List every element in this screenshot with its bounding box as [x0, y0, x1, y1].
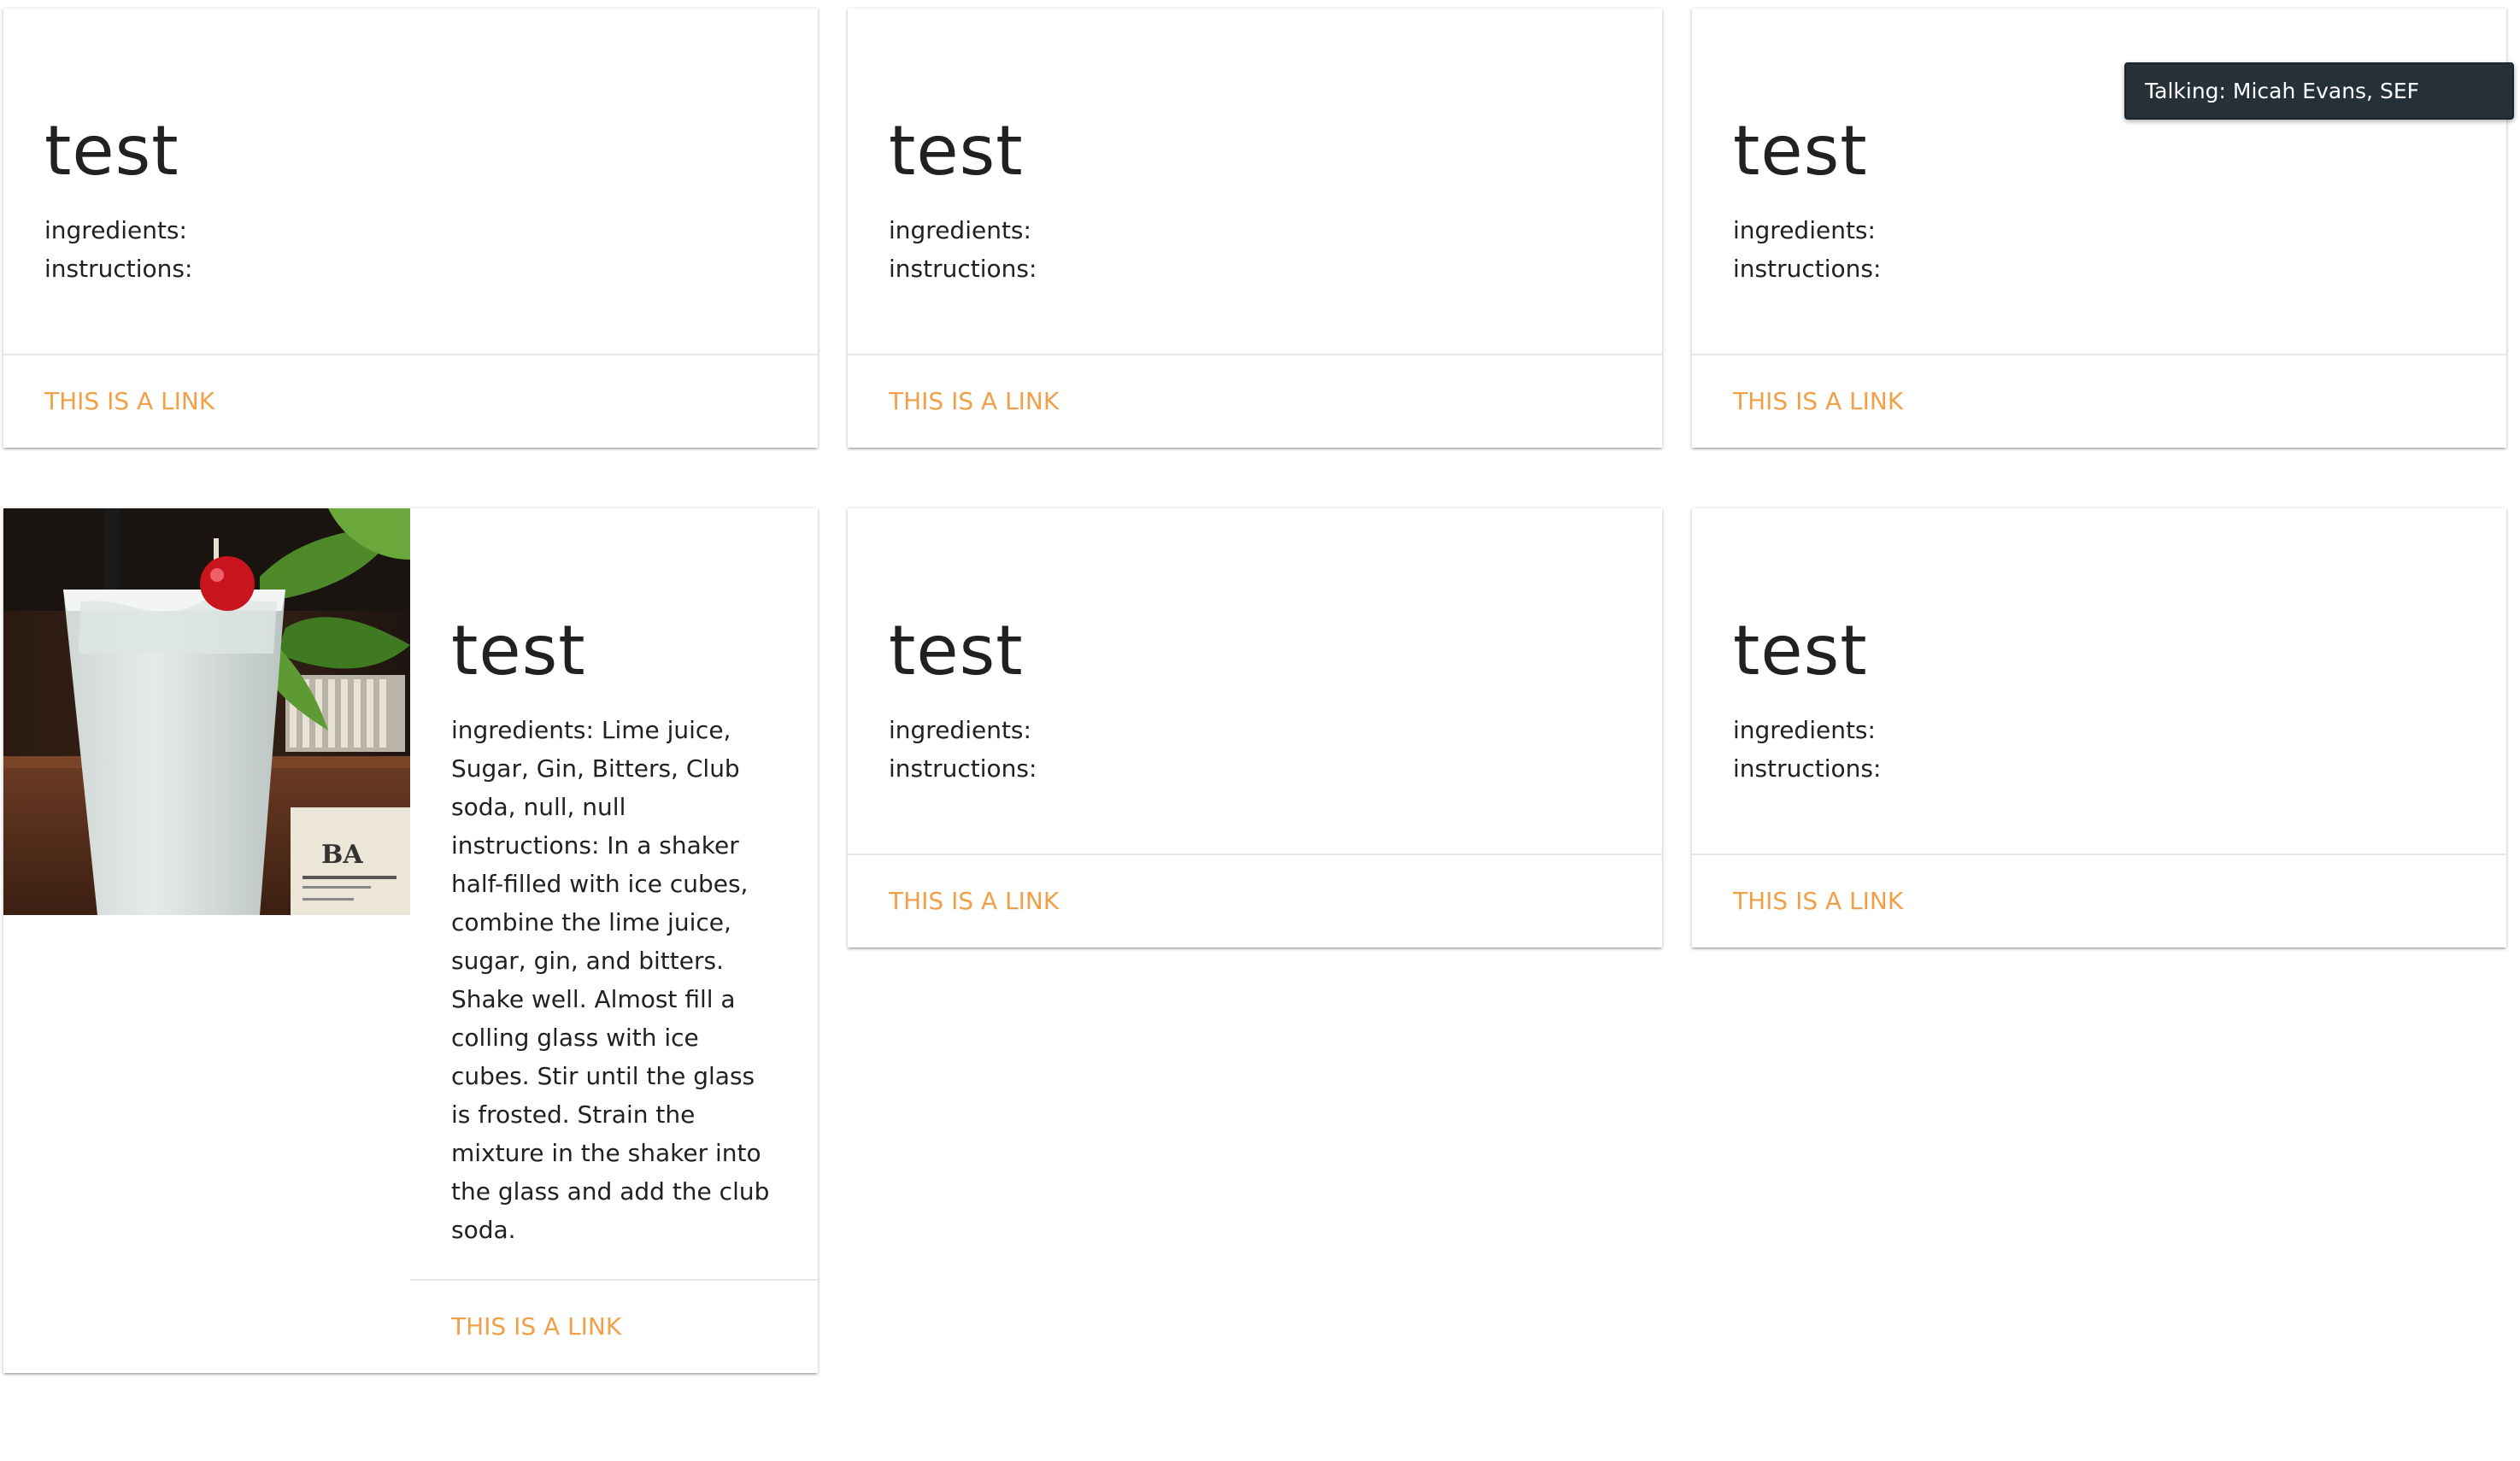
- card-text: ingredients: instructions:: [889, 711, 1621, 788]
- recipe-card-horizontal: BA test ingredients: Lime juice, Sugar, …: [3, 508, 818, 1373]
- instructions-text: instructions:: [1733, 754, 1882, 783]
- card-title: test: [44, 111, 179, 191]
- recipe-card-5: test ingredients: instructions: THIS IS …: [848, 508, 1662, 948]
- ingredients-text: ingredients:: [1733, 216, 1876, 244]
- image-caption: BA: [321, 840, 363, 870]
- card-stacked: test ingredients: Lime juice, Sugar, Gin…: [410, 508, 818, 1373]
- card-title: test: [451, 611, 586, 690]
- cocktail-image: BA: [3, 508, 410, 915]
- card-title: test: [889, 611, 1024, 690]
- instructions-text: instructions:: [44, 255, 193, 283]
- ingredients-text: ingredients:: [889, 716, 1031, 744]
- talking-toast: Talking: Micah Evans, SEF: [2124, 62, 2514, 120]
- instructions-text: instructions:: [1733, 255, 1882, 283]
- card-link[interactable]: THIS IS A LINK: [1733, 384, 1903, 419]
- toast-text: Talking: Micah Evans, SEF: [2145, 79, 2419, 103]
- card-text: ingredients: instructions:: [1733, 211, 2465, 288]
- card-text: ingredients: instructions:: [1733, 711, 2465, 788]
- ingredients-text: ingredients:: [44, 216, 187, 244]
- ingredients-text: ingredients:: [889, 216, 1031, 244]
- recipe-card-2: test ingredients: instructions: THIS IS …: [848, 9, 1662, 448]
- recipe-card-6: test ingredients: instructions: THIS IS …: [1692, 508, 2506, 948]
- card-action: THIS IS A LINK: [848, 854, 1662, 948]
- cocktail-photo: BA: [3, 508, 410, 915]
- card-link[interactable]: THIS IS A LINK: [889, 384, 1059, 419]
- card-text: ingredients: instructions:: [44, 211, 777, 288]
- card-text: ingredients: Lime juice, Sugar, Gin, Bit…: [451, 711, 777, 1249]
- card-action: THIS IS A LINK: [1692, 854, 2506, 948]
- card-title: test: [1733, 611, 1868, 690]
- card-text: ingredients: instructions:: [889, 211, 1621, 288]
- page: test ingredients: instructions: THIS IS …: [0, 0, 2520, 1461]
- ingredients-text: ingredients:: [1733, 716, 1876, 744]
- card-title: test: [1733, 111, 1868, 191]
- card-link[interactable]: THIS IS A LINK: [1733, 884, 1903, 918]
- card-action: THIS IS A LINK: [3, 354, 818, 448]
- card-action: THIS IS A LINK: [410, 1279, 818, 1373]
- card-link[interactable]: THIS IS A LINK: [451, 1310, 621, 1344]
- card-action: THIS IS A LINK: [1692, 354, 2506, 448]
- ingredients-text: ingredients: Lime juice, Sugar, Gin, Bit…: [451, 716, 740, 821]
- card-link[interactable]: THIS IS A LINK: [889, 884, 1059, 918]
- instructions-text: instructions: In a shaker half-filled wi…: [451, 831, 770, 1244]
- card-title: test: [889, 111, 1024, 191]
- recipe-card-1: test ingredients: instructions: THIS IS …: [3, 9, 818, 448]
- card-action: THIS IS A LINK: [848, 354, 1662, 448]
- card-link[interactable]: THIS IS A LINK: [44, 384, 214, 419]
- instructions-text: instructions:: [889, 754, 1037, 783]
- instructions-text: instructions:: [889, 255, 1037, 283]
